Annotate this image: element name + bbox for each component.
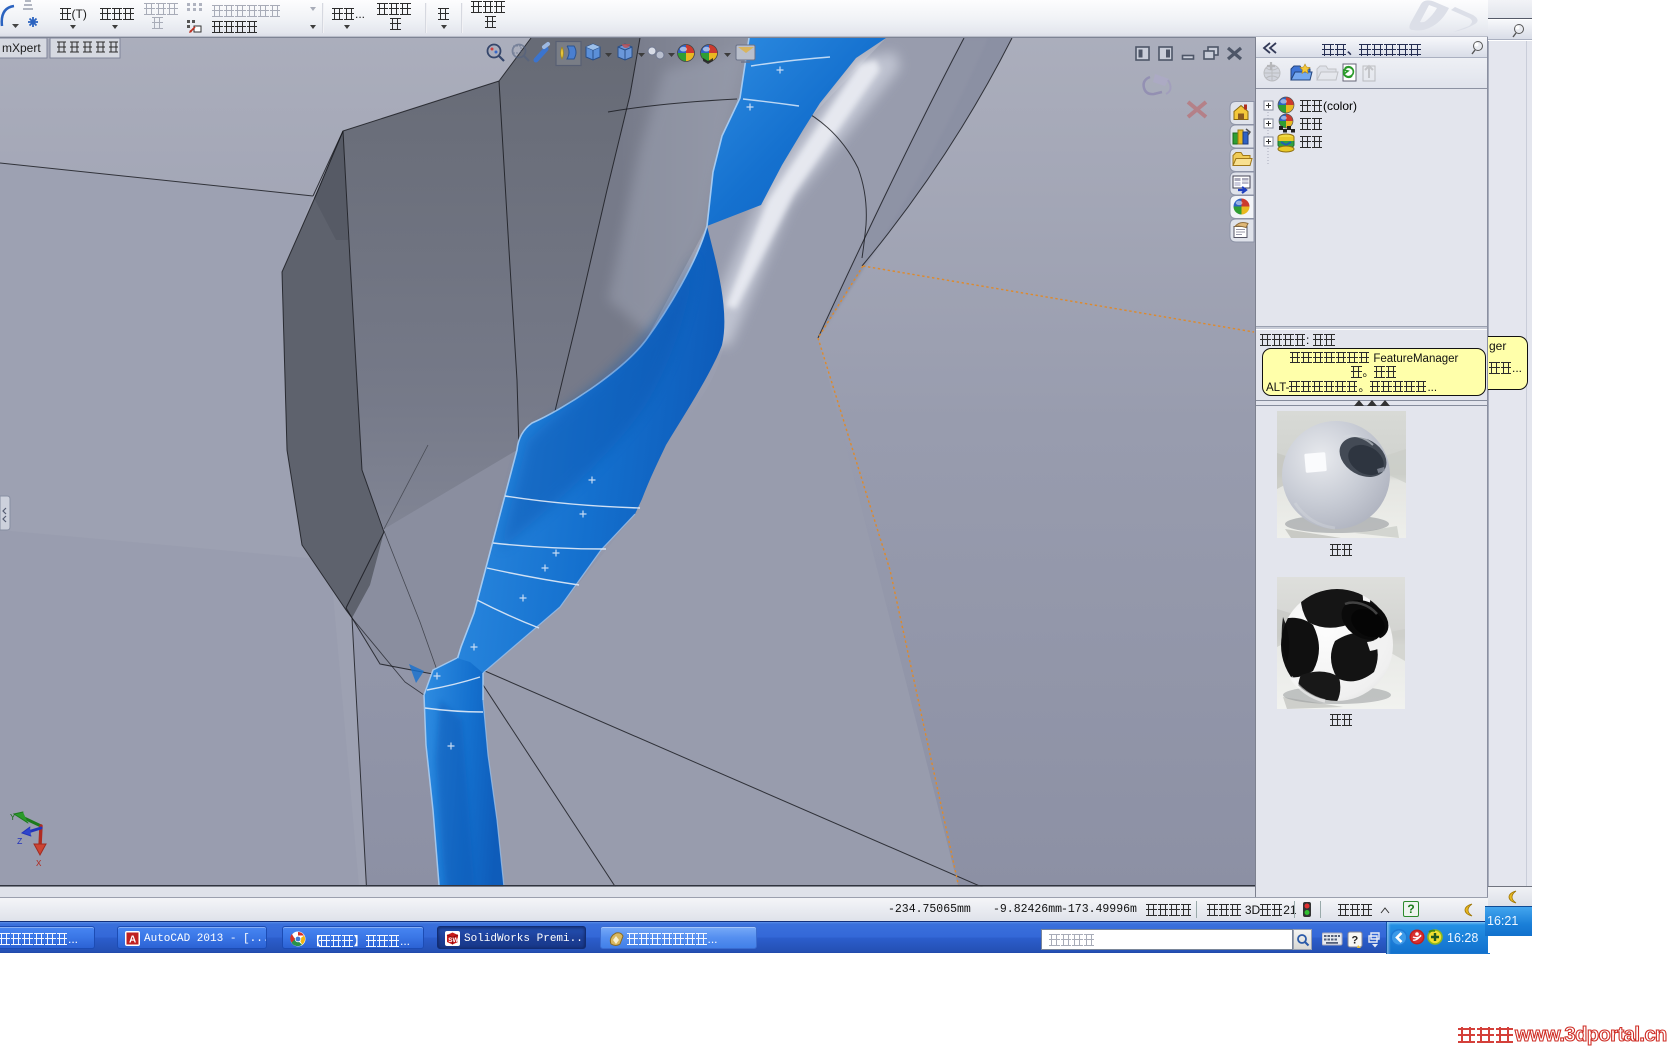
svg-text:mXpert: mXpert	[2, 41, 41, 55]
svg-text:?: ?	[1352, 935, 1359, 947]
svg-text:SW: SW	[448, 937, 459, 944]
svg-text:Z: Z	[17, 837, 23, 847]
svg-text:A: A	[129, 935, 136, 946]
svg-text:X: X	[36, 859, 42, 869]
svg-text:Y: Y	[10, 813, 16, 823]
